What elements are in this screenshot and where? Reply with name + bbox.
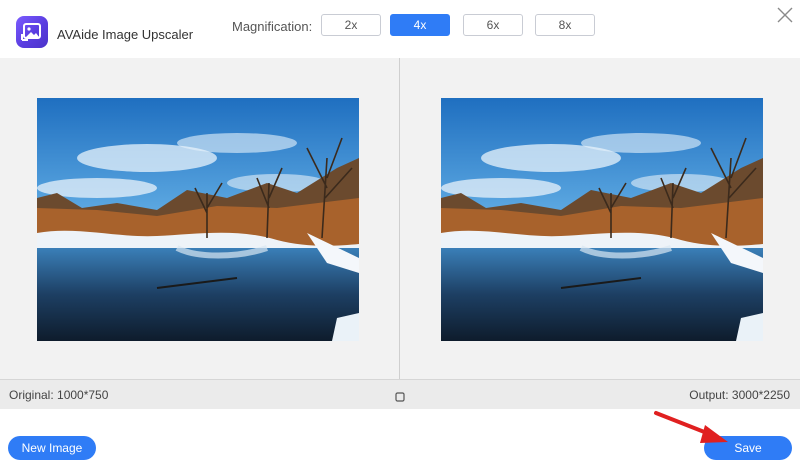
- app-logo-icon: [16, 16, 48, 48]
- header-bar: AVAide Image Upscaler Magnification: 2x …: [0, 0, 800, 58]
- preview-area: [0, 58, 800, 379]
- output-size-label: Output: 3000*2250: [689, 388, 790, 402]
- save-button[interactable]: Save: [704, 436, 792, 460]
- footer-bar: New Image Save: [0, 409, 800, 470]
- app-title: AVAide Image Upscaler: [57, 27, 194, 42]
- new-image-button[interactable]: New Image: [8, 436, 96, 460]
- close-icon[interactable]: [776, 6, 794, 24]
- image-info-bar: Original: 1000*750 Output: 3000*2250: [0, 379, 800, 409]
- original-size-label: Original: 1000*750: [9, 388, 109, 402]
- preview-divider[interactable]: [399, 58, 400, 379]
- magnification-8x-button[interactable]: 8x: [535, 14, 595, 36]
- magnification-4x-button[interactable]: 4x: [390, 14, 450, 36]
- magnification-6x-button[interactable]: 6x: [463, 14, 523, 36]
- original-image: [37, 98, 359, 341]
- magnification-label: Magnification:: [232, 19, 313, 34]
- square-compare-icon[interactable]: [395, 389, 405, 402]
- upscaled-image: [441, 98, 763, 341]
- magnification-2x-button[interactable]: 2x: [321, 14, 381, 36]
